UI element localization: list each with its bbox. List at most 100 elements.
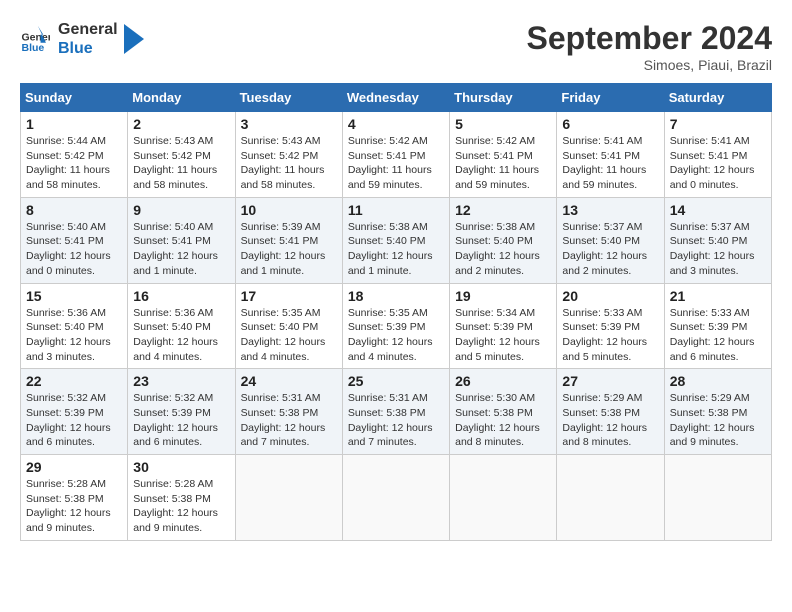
calendar-cell: 21 Sunrise: 5:33 AM Sunset: 5:39 PM Dayli…: [664, 283, 771, 369]
calendar-cell: 2 Sunrise: 5:43 AM Sunset: 5:42 PM Daylig…: [128, 112, 235, 198]
calendar-cell: 9 Sunrise: 5:40 AM Sunset: 5:41 PM Daylig…: [128, 197, 235, 283]
day-info: Sunrise: 5:43 AM Sunset: 5:42 PM Dayligh…: [241, 134, 337, 193]
col-friday: Friday: [557, 84, 664, 112]
logo-general: General: [58, 20, 118, 39]
day-number: 19: [455, 288, 551, 304]
col-saturday: Saturday: [664, 84, 771, 112]
day-info: Sunrise: 5:32 AM Sunset: 5:39 PM Dayligh…: [133, 391, 229, 450]
calendar-cell: [342, 455, 449, 541]
day-info: Sunrise: 5:42 AM Sunset: 5:41 PM Dayligh…: [455, 134, 551, 193]
day-info: Sunrise: 5:40 AM Sunset: 5:41 PM Dayligh…: [26, 220, 122, 279]
day-info: Sunrise: 5:37 AM Sunset: 5:40 PM Dayligh…: [670, 220, 766, 279]
day-number: 18: [348, 288, 444, 304]
day-info: Sunrise: 5:28 AM Sunset: 5:38 PM Dayligh…: [26, 477, 122, 536]
logo: General Blue General Blue: [20, 20, 144, 58]
day-info: Sunrise: 5:43 AM Sunset: 5:42 PM Dayligh…: [133, 134, 229, 193]
day-number: 20: [562, 288, 658, 304]
calendar-week-row: 15Sunrise: 5:36 AM Sunset: 5:40 PM Dayli…: [21, 283, 772, 369]
day-number: 5: [455, 116, 551, 132]
calendar-cell: 30 Sunrise: 5:28 AM Sunset: 5:38 PM Dayli…: [128, 455, 235, 541]
day-info: Sunrise: 5:33 AM Sunset: 5:39 PM Dayligh…: [562, 306, 658, 365]
day-number: 24: [241, 373, 337, 389]
logo-arrow-icon: [124, 24, 144, 54]
calendar-cell: 19 Sunrise: 5:34 AM Sunset: 5:39 PM Dayli…: [450, 283, 557, 369]
day-info: Sunrise: 5:44 AM Sunset: 5:42 PM Dayligh…: [26, 134, 122, 193]
day-number: 9: [133, 202, 229, 218]
day-number: 1: [26, 116, 122, 132]
day-info: Sunrise: 5:30 AM Sunset: 5:38 PM Dayligh…: [455, 391, 551, 450]
day-number: 8: [26, 202, 122, 218]
page-header: General Blue General Blue September 2024…: [20, 20, 772, 73]
day-number: 4: [348, 116, 444, 132]
day-info: Sunrise: 5:33 AM Sunset: 5:39 PM Dayligh…: [670, 306, 766, 365]
day-number: 6: [562, 116, 658, 132]
calendar-week-row: 1 Sunrise: 5:44 AM Sunset: 5:42 PM Daylig…: [21, 112, 772, 198]
calendar-week-row: 29 Sunrise: 5:28 AM Sunset: 5:38 PM Dayli…: [21, 455, 772, 541]
day-info: Sunrise: 5:28 AM Sunset: 5:38 PM Dayligh…: [133, 477, 229, 536]
day-info: Sunrise: 5:29 AM Sunset: 5:38 PM Dayligh…: [562, 391, 658, 450]
day-info: Sunrise: 5:29 AM Sunset: 5:38 PM Dayligh…: [670, 391, 766, 450]
day-info: Sunrise: 5:40 AM Sunset: 5:41 PM Dayligh…: [133, 220, 229, 279]
calendar-cell: 7Sunrise: 5:41 AM Sunset: 5:41 PM Daylig…: [664, 112, 771, 198]
day-info: Sunrise: 5:31 AM Sunset: 5:38 PM Dayligh…: [241, 391, 337, 450]
day-number: 28: [670, 373, 766, 389]
day-info: Sunrise: 5:42 AM Sunset: 5:41 PM Dayligh…: [348, 134, 444, 193]
day-number: 14: [670, 202, 766, 218]
logo-blue: Blue: [58, 39, 118, 58]
title-block: September 2024 Simoes, Piaui, Brazil: [527, 20, 772, 73]
day-number: 23: [133, 373, 229, 389]
calendar-cell: 20 Sunrise: 5:33 AM Sunset: 5:39 PM Dayli…: [557, 283, 664, 369]
calendar-cell: 18 Sunrise: 5:35 AM Sunset: 5:39 PM Dayli…: [342, 283, 449, 369]
calendar-cell: 15Sunrise: 5:36 AM Sunset: 5:40 PM Dayli…: [21, 283, 128, 369]
calendar-cell: 1 Sunrise: 5:44 AM Sunset: 5:42 PM Daylig…: [21, 112, 128, 198]
day-number: 29: [26, 459, 122, 475]
col-wednesday: Wednesday: [342, 84, 449, 112]
day-info: Sunrise: 5:31 AM Sunset: 5:38 PM Dayligh…: [348, 391, 444, 450]
calendar-cell: [235, 455, 342, 541]
day-number: 12: [455, 202, 551, 218]
calendar-week-row: 8 Sunrise: 5:40 AM Sunset: 5:41 PM Daylig…: [21, 197, 772, 283]
day-info: Sunrise: 5:36 AM Sunset: 5:40 PM Dayligh…: [133, 306, 229, 365]
month-title: September 2024: [527, 20, 772, 57]
day-number: 26: [455, 373, 551, 389]
day-number: 16: [133, 288, 229, 304]
logo-icon: General Blue: [20, 24, 50, 54]
calendar-cell: 11Sunrise: 5:38 AM Sunset: 5:40 PM Dayli…: [342, 197, 449, 283]
day-number: 11: [348, 202, 444, 218]
calendar-cell: 26 Sunrise: 5:30 AM Sunset: 5:38 PM Dayli…: [450, 369, 557, 455]
calendar-cell: 8 Sunrise: 5:40 AM Sunset: 5:41 PM Daylig…: [21, 197, 128, 283]
day-number: 25: [348, 373, 444, 389]
calendar-cell: [557, 455, 664, 541]
day-number: 13: [562, 202, 658, 218]
day-info: Sunrise: 5:41 AM Sunset: 5:41 PM Dayligh…: [562, 134, 658, 193]
day-info: Sunrise: 5:41 AM Sunset: 5:41 PM Dayligh…: [670, 134, 766, 193]
calendar-cell: 29 Sunrise: 5:28 AM Sunset: 5:38 PM Dayli…: [21, 455, 128, 541]
day-number: 10: [241, 202, 337, 218]
calendar-header-row: Sunday Monday Tuesday Wednesday Thursday…: [21, 84, 772, 112]
day-number: 30: [133, 459, 229, 475]
day-number: 22: [26, 373, 122, 389]
day-number: 2: [133, 116, 229, 132]
calendar-cell: [450, 455, 557, 541]
calendar-cell: [664, 455, 771, 541]
day-info: Sunrise: 5:39 AM Sunset: 5:41 PM Dayligh…: [241, 220, 337, 279]
day-info: Sunrise: 5:34 AM Sunset: 5:39 PM Dayligh…: [455, 306, 551, 365]
calendar-cell: 13 Sunrise: 5:37 AM Sunset: 5:40 PM Dayli…: [557, 197, 664, 283]
calendar-cell: 16 Sunrise: 5:36 AM Sunset: 5:40 PM Dayli…: [128, 283, 235, 369]
calendar-cell: 23 Sunrise: 5:32 AM Sunset: 5:39 PM Dayli…: [128, 369, 235, 455]
day-number: 21: [670, 288, 766, 304]
day-number: 17: [241, 288, 337, 304]
calendar-cell: 28 Sunrise: 5:29 AM Sunset: 5:38 PM Dayli…: [664, 369, 771, 455]
day-info: Sunrise: 5:35 AM Sunset: 5:39 PM Dayligh…: [348, 306, 444, 365]
calendar-cell: 24 Sunrise: 5:31 AM Sunset: 5:38 PM Dayli…: [235, 369, 342, 455]
calendar-cell: 17Sunrise: 5:35 AM Sunset: 5:40 PM Dayli…: [235, 283, 342, 369]
calendar-cell: 5 Sunrise: 5:42 AM Sunset: 5:41 PM Daylig…: [450, 112, 557, 198]
calendar-cell: 25 Sunrise: 5:31 AM Sunset: 5:38 PM Dayli…: [342, 369, 449, 455]
calendar-table: Sunday Monday Tuesday Wednesday Thursday…: [20, 83, 772, 541]
calendar-cell: 4 Sunrise: 5:42 AM Sunset: 5:41 PM Daylig…: [342, 112, 449, 198]
col-thursday: Thursday: [450, 84, 557, 112]
day-number: 3: [241, 116, 337, 132]
calendar-cell: 10 Sunrise: 5:39 AM Sunset: 5:41 PM Dayli…: [235, 197, 342, 283]
day-info: Sunrise: 5:37 AM Sunset: 5:40 PM Dayligh…: [562, 220, 658, 279]
location-subtitle: Simoes, Piaui, Brazil: [527, 57, 772, 73]
